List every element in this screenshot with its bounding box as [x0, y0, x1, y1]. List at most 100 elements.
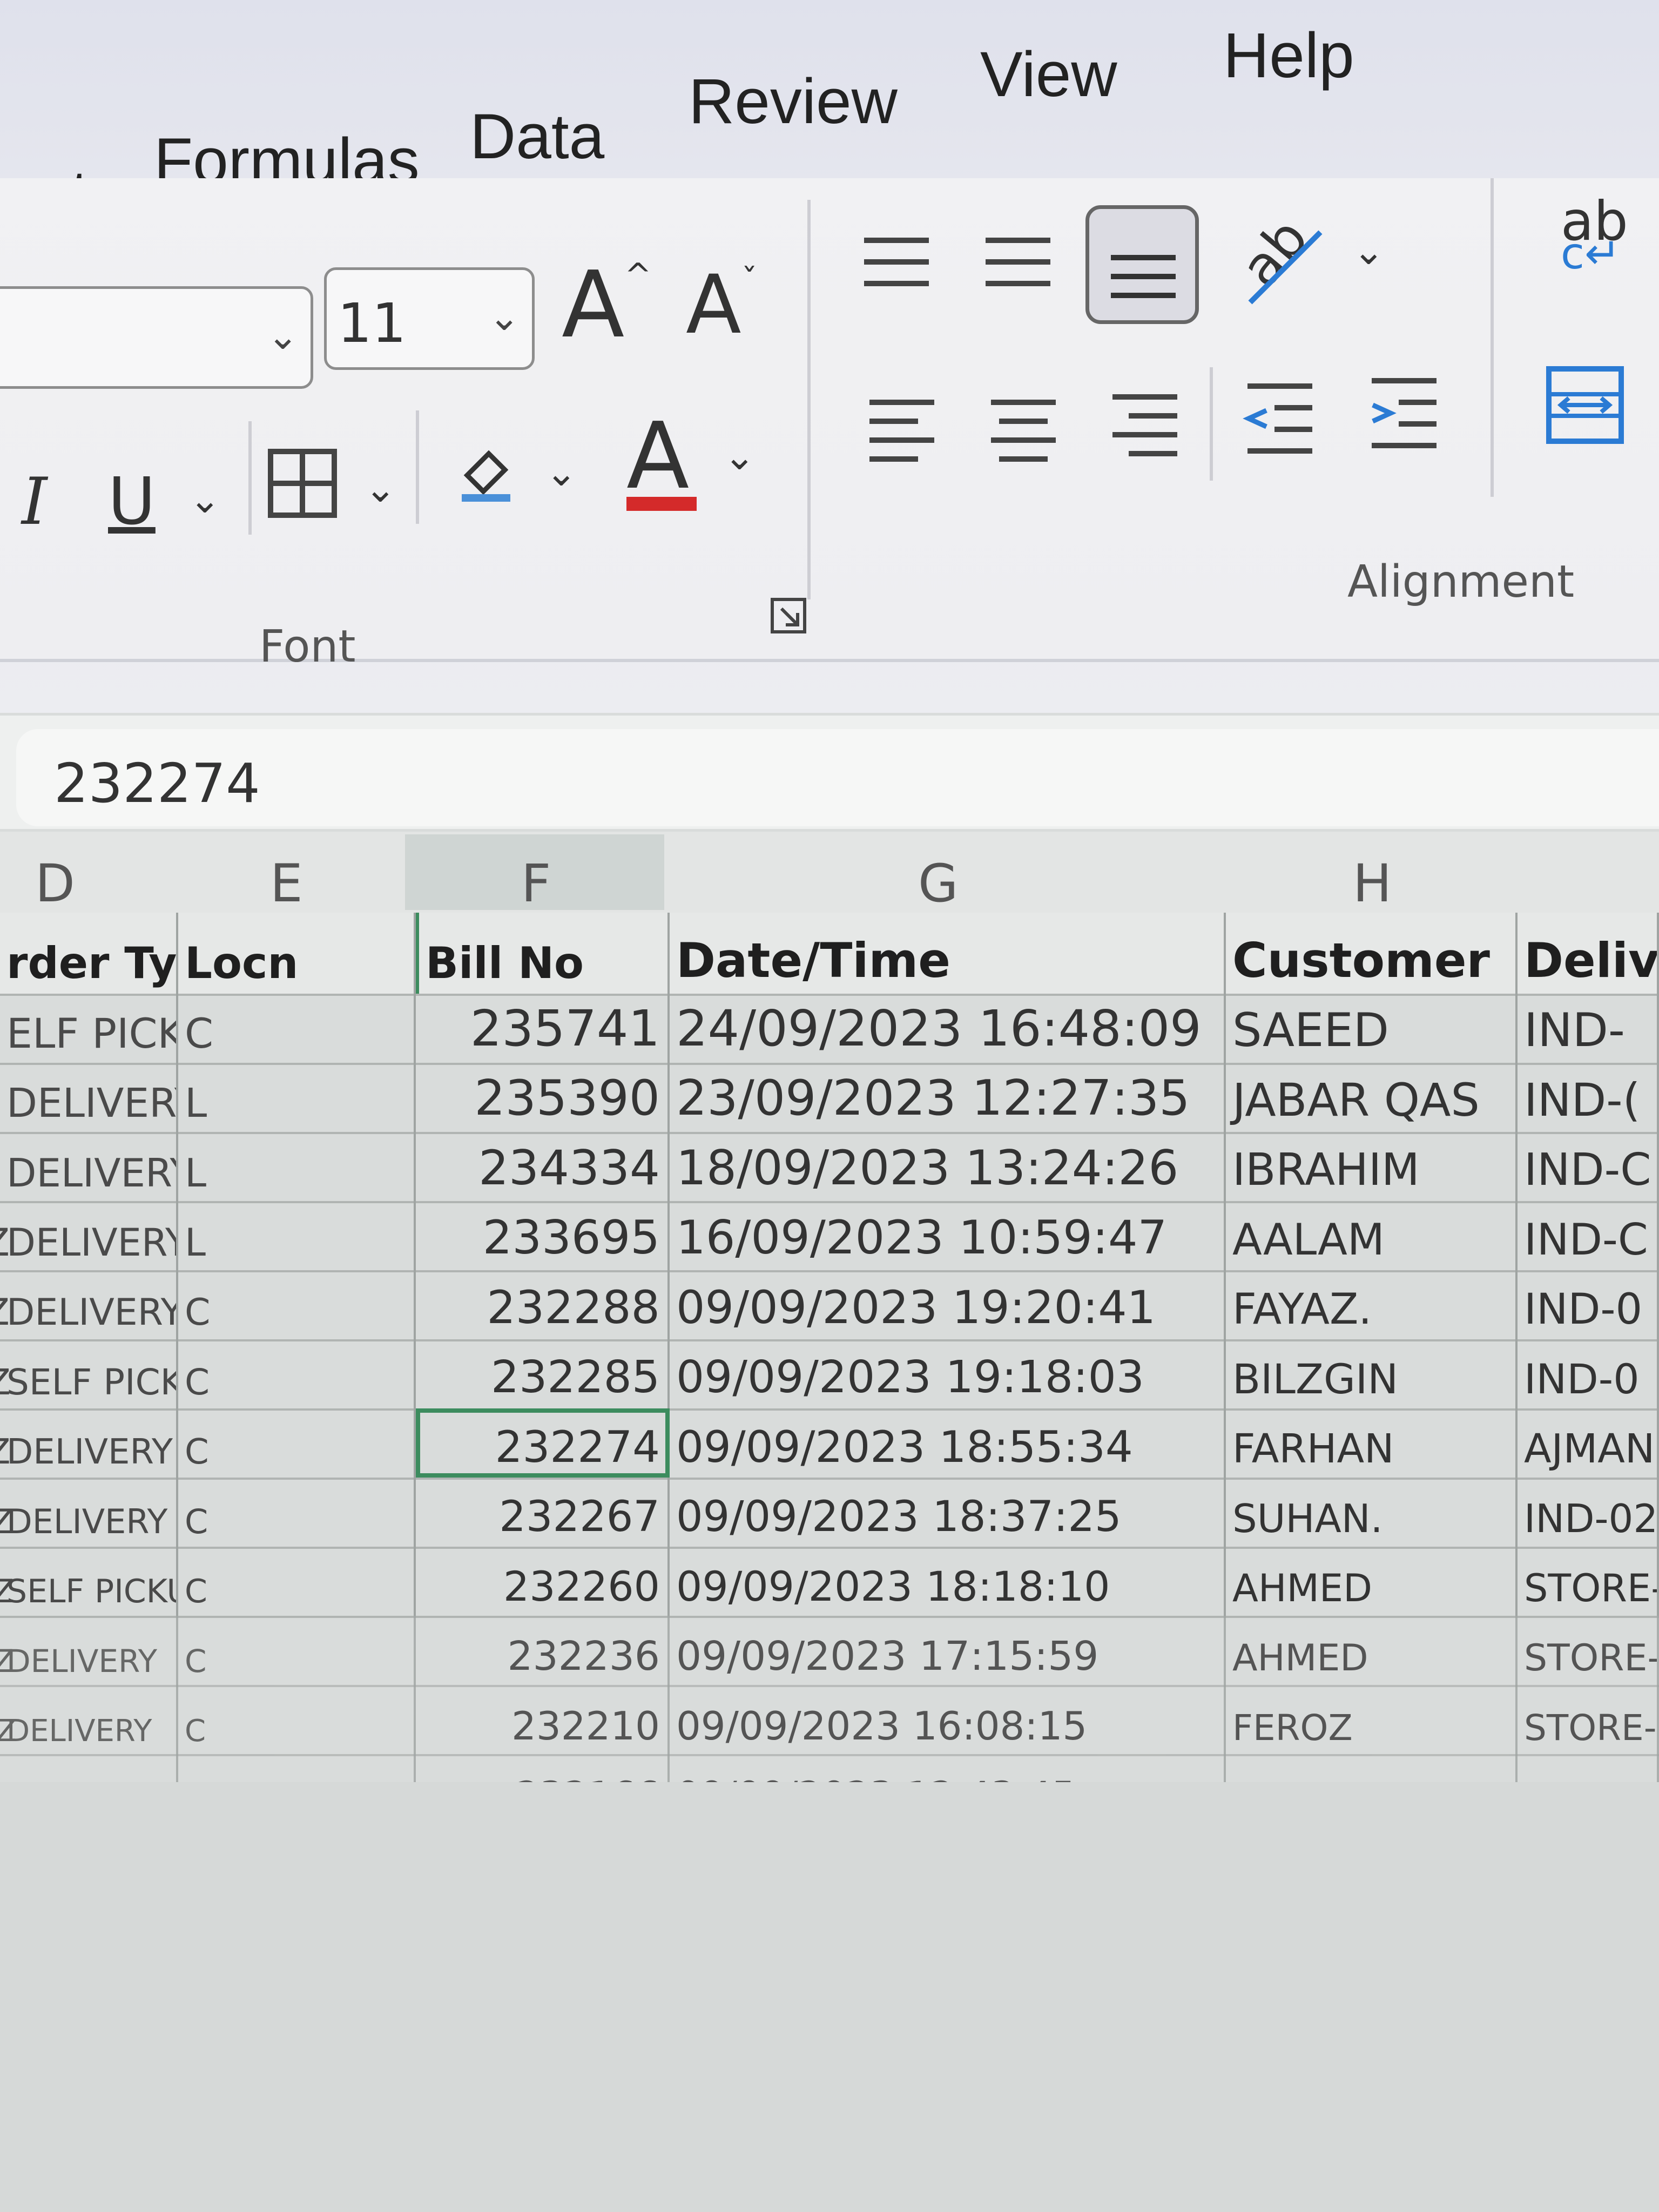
- cell-bill-no[interactable]: 232267: [416, 1478, 670, 1547]
- cell-delivery[interactable]: IND-C: [1518, 1132, 1659, 1201]
- cell-customer[interactable]: FAYAZ.: [1226, 1270, 1518, 1339]
- cell-bill-no[interactable]: 232236: [416, 1616, 670, 1685]
- column-header-d[interactable]: D: [35, 853, 75, 914]
- menu-review[interactable]: Review: [689, 65, 898, 138]
- cell-datetime[interactable]: 09/09/2023 18:55:34: [670, 1408, 1226, 1478]
- cell-order-type[interactable]: RVEZDELIVERY: [0, 1616, 178, 1685]
- borders-icon[interactable]: [267, 448, 338, 520]
- cell-bill-no[interactable]: 232210: [416, 1685, 670, 1754]
- underline-button[interactable]: U: [108, 470, 156, 535]
- align-middle-icon[interactable]: [980, 232, 1056, 299]
- font-name-combo[interactable]: ⌄: [0, 286, 313, 389]
- chevron-down-icon[interactable]: ⌄: [724, 437, 756, 475]
- orientation-icon[interactable]: ab: [1229, 206, 1331, 309]
- menu-data[interactable]: Data: [470, 100, 604, 173]
- cell-delivery[interactable]: IND-C: [1518, 1201, 1659, 1270]
- cell-order-type[interactable]: ARVEZDELIVERY: [0, 1685, 178, 1754]
- cell-locn[interactable]: C: [178, 1478, 416, 1547]
- cell-locn[interactable]: L: [178, 1063, 416, 1132]
- cell-order-type[interactable]: RVEZSELF PICKU: [0, 1547, 178, 1616]
- fill-color-icon[interactable]: [451, 437, 521, 509]
- header-cell-delivery[interactable]: Deliv: [1518, 913, 1659, 994]
- cell-order-type[interactable]: ZDELIVERY: [0, 1201, 178, 1270]
- grow-font-button[interactable]: A^: [562, 259, 652, 351]
- cell-delivery[interactable]: IND-02: [1518, 1478, 1659, 1547]
- cell-datetime[interactable]: 16/09/2023 10:59:47: [670, 1201, 1226, 1270]
- cell-locn[interactable]: C: [178, 1547, 416, 1616]
- align-top-icon[interactable]: [859, 232, 934, 299]
- chevron-down-icon[interactable]: ⌄: [1353, 232, 1385, 270]
- wrap-text-icon[interactable]: ab c↵: [1561, 194, 1628, 275]
- cell-delivery[interactable]: IND-0: [1518, 1270, 1659, 1339]
- menu-help[interactable]: Help: [1223, 19, 1354, 92]
- cell-order-type[interactable]: DELIVERY: [0, 1063, 178, 1132]
- cell-delivery[interactable]: IND-: [1518, 994, 1659, 1063]
- header-cell-locn[interactable]: Locn: [178, 913, 416, 994]
- cell-bill-no[interactable]: 233695: [416, 1201, 670, 1270]
- cell-datetime[interactable]: 23/09/2023 12:27:35: [670, 1063, 1226, 1132]
- cell-delivery[interactable]: STORE-: [1518, 1685, 1659, 1754]
- cell-datetime[interactable]: 09/09/2023 16:08:15: [670, 1685, 1226, 1754]
- shrink-font-button[interactable]: Aˇ: [686, 265, 758, 346]
- cell-locn[interactable]: L: [178, 1201, 416, 1270]
- column-header-e[interactable]: E: [270, 853, 303, 914]
- cell-locn[interactable]: C: [178, 1408, 416, 1478]
- column-header-f[interactable]: F: [521, 853, 551, 914]
- cell-delivery[interactable]: AJMAN: [1518, 1408, 1659, 1478]
- cell-order-type[interactable]: VEZDELIVERY: [0, 1478, 178, 1547]
- cell-datetime[interactable]: 09/09/2023 17:15:59: [670, 1616, 1226, 1685]
- chevron-down-icon[interactable]: ⌄: [189, 481, 221, 518]
- cell-customer[interactable]: SAEED: [1226, 994, 1518, 1063]
- align-right-icon[interactable]: [1110, 389, 1180, 471]
- cell-datetime[interactable]: 09/09/2023 18:18:10: [670, 1547, 1226, 1616]
- cell-bill-no[interactable]: 232288: [416, 1270, 670, 1339]
- cell-datetime[interactable]: 09/09/2023 19:18:03: [670, 1339, 1226, 1408]
- dialog-launcher-icon[interactable]: [770, 597, 807, 636]
- cell-locn[interactable]: C: [178, 1616, 416, 1685]
- align-bottom-button[interactable]: [1085, 205, 1199, 324]
- cell-locn[interactable]: C: [178, 1270, 416, 1339]
- cell-order-type[interactable]: EZSELF PICKU: [0, 1339, 178, 1408]
- cell-delivery[interactable]: STORE-: [1518, 1616, 1659, 1685]
- cell-order-type[interactable]: ZDELIVERY: [0, 1270, 178, 1339]
- cell-locn[interactable]: C: [178, 1685, 416, 1754]
- column-header-g[interactable]: G: [918, 853, 958, 914]
- italic-button[interactable]: I: [22, 470, 47, 535]
- cell-bill-no[interactable]: 232285: [416, 1339, 670, 1408]
- menu-view[interactable]: View: [980, 38, 1117, 111]
- merge-center-icon[interactable]: [1545, 365, 1626, 447]
- chevron-down-icon[interactable]: ⌄: [365, 470, 396, 508]
- cell-customer[interactable]: BILZGIN: [1226, 1339, 1518, 1408]
- cell-delivery[interactable]: IND-(: [1518, 1063, 1659, 1132]
- header-cell-datetime[interactable]: Date/Time: [670, 913, 1226, 994]
- cell-order-type[interactable]: DELIVERY: [0, 1132, 178, 1201]
- cell-customer[interactable]: AALAM: [1226, 1201, 1518, 1270]
- increase-indent-icon[interactable]: [1366, 373, 1442, 455]
- cell-datetime[interactable]: 09/09/2023 19:20:41: [670, 1270, 1226, 1339]
- align-center-icon[interactable]: [988, 394, 1058, 477]
- cell-bill-no[interactable]: 234334: [416, 1132, 670, 1201]
- cell-locn[interactable]: C: [178, 994, 416, 1063]
- cell-customer[interactable]: AHMED: [1226, 1616, 1518, 1685]
- cell-customer[interactable]: FEROZ: [1226, 1685, 1518, 1754]
- cell-locn[interactable]: L: [178, 1132, 416, 1201]
- cell-customer[interactable]: AHMED: [1226, 1547, 1518, 1616]
- cell-datetime[interactable]: 24/09/2023 16:48:09: [670, 994, 1226, 1063]
- header-cell-customer[interactable]: Customer: [1226, 913, 1518, 994]
- cell-delivery[interactable]: IND-0: [1518, 1339, 1659, 1408]
- align-left-icon[interactable]: [867, 394, 937, 477]
- cell-order-type[interactable]: EZDELIVERY: [0, 1408, 178, 1478]
- cell-order-type[interactable]: ELF PICKU: [0, 994, 178, 1063]
- column-header-h[interactable]: H: [1353, 853, 1392, 914]
- cell-delivery[interactable]: STORE-: [1518, 1547, 1659, 1616]
- header-cell-bill-no[interactable]: Bill No: [416, 913, 670, 994]
- font-color-button[interactable]: A: [626, 410, 697, 511]
- font-size-combo[interactable]: 11 ⌄: [324, 267, 535, 370]
- cell-bill-no[interactable]: 235390: [416, 1063, 670, 1132]
- cell-datetime[interactable]: 09/09/2023 18:37:25: [670, 1478, 1226, 1547]
- cell-customer[interactable]: FARHAN: [1226, 1408, 1518, 1478]
- cell-customer[interactable]: IBRAHIM: [1226, 1132, 1518, 1201]
- cell-bill-no[interactable]: 232274: [416, 1408, 670, 1478]
- chevron-down-icon[interactable]: ⌄: [545, 454, 577, 491]
- cell-bill-no[interactable]: 235741: [416, 994, 670, 1063]
